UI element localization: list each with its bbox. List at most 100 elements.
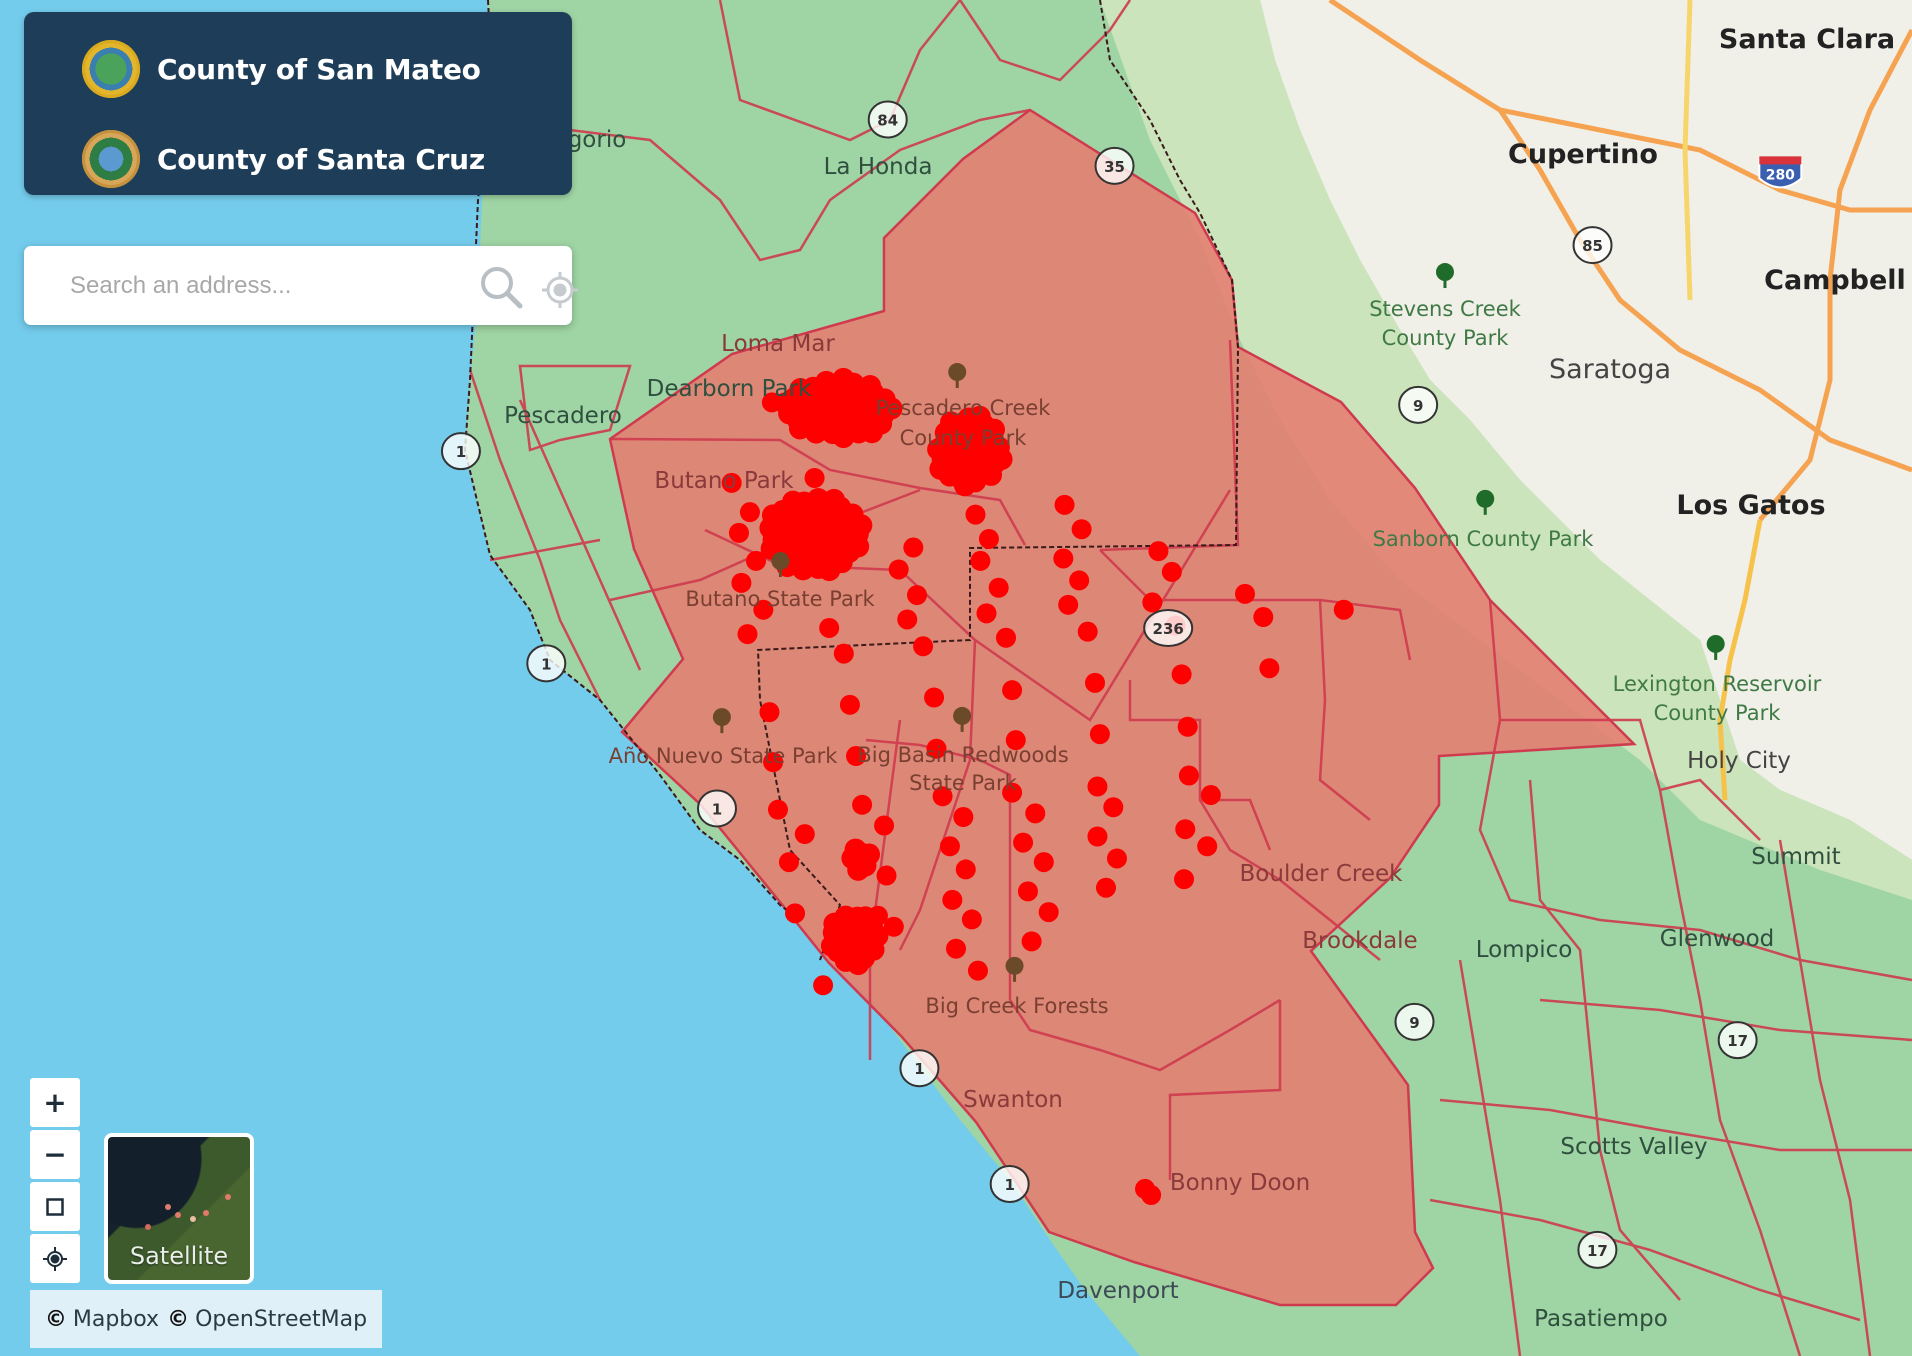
incident-dot[interactable] — [832, 367, 855, 390]
incident-dot[interactable] — [990, 448, 1013, 471]
incident-dot[interactable] — [942, 889, 963, 910]
incident-dot[interactable] — [988, 577, 1009, 598]
incident-dot[interactable] — [852, 794, 873, 815]
incident-dot[interactable] — [888, 559, 909, 580]
incident-dot[interactable] — [1197, 836, 1218, 857]
incident-dot[interactable] — [847, 858, 870, 881]
incident-dot[interactable] — [1200, 785, 1221, 806]
incident-dot[interactable] — [1106, 848, 1127, 869]
incident-dot[interactable] — [1178, 765, 1199, 786]
incident-dot[interactable] — [1053, 548, 1074, 569]
incident-dot[interactable] — [897, 609, 918, 630]
incident-dot[interactable] — [996, 627, 1017, 648]
incident-dot[interactable] — [1087, 826, 1108, 847]
incident-dot[interactable] — [955, 859, 976, 880]
incident-dot[interactable] — [1058, 594, 1079, 615]
incident-dot[interactable] — [939, 836, 960, 857]
incident-dot[interactable] — [1148, 541, 1169, 562]
incident-dot[interactable] — [1171, 664, 1192, 685]
incident-dot[interactable] — [1174, 869, 1195, 890]
incident-dot[interactable] — [847, 535, 870, 558]
incident-dot[interactable] — [913, 636, 934, 657]
map-canvas[interactable]: 280 85 9 84 35 236 1 1 1 1 1 9 17 17 Santa Clara Cupe… — [0, 0, 1912, 1356]
incident-dot[interactable] — [1103, 797, 1124, 818]
incident-dot[interactable] — [961, 909, 982, 930]
incident-dot[interactable] — [1033, 852, 1054, 873]
incident-dot[interactable] — [1054, 494, 1075, 515]
incident-dot[interactable] — [883, 916, 904, 937]
incident-dot[interactable] — [1235, 583, 1256, 604]
incident-dot[interactable] — [819, 617, 840, 638]
incident-dot[interactable] — [813, 975, 834, 996]
incident-dot[interactable] — [859, 374, 882, 397]
incident-dot[interactable] — [833, 643, 854, 664]
search-icon[interactable] — [478, 264, 524, 310]
box-select-button[interactable] — [30, 1182, 80, 1231]
incident-dot[interactable] — [818, 559, 841, 582]
incident-dot[interactable] — [1002, 680, 1023, 701]
incident-dot[interactable] — [903, 537, 924, 558]
incident-dot[interactable] — [850, 514, 873, 537]
incident-dot[interactable] — [876, 865, 897, 886]
incident-dot[interactable] — [1089, 724, 1110, 745]
county-option-san-mateo[interactable]: County of San Mateo — [82, 38, 481, 100]
incident-dot[interactable] — [1177, 716, 1198, 737]
incident-dot[interactable] — [1142, 592, 1163, 613]
incident-dot[interactable] — [844, 838, 867, 861]
incident-dot[interactable] — [737, 624, 758, 645]
osm-attribution-link[interactable]: OpenStreetMap — [195, 1307, 367, 1332]
incident-dot[interactable] — [967, 960, 988, 981]
incident-dot[interactable] — [761, 504, 784, 527]
incident-dot[interactable] — [1333, 599, 1354, 620]
incident-dot[interactable] — [1135, 1178, 1156, 1199]
incident-dot[interactable] — [820, 934, 843, 957]
incident-dot[interactable] — [788, 417, 811, 440]
incident-dot[interactable] — [860, 421, 883, 444]
geolocate-button[interactable] — [30, 1234, 80, 1283]
incident-dot[interactable] — [778, 852, 799, 873]
incident-dot[interactable] — [1077, 621, 1098, 642]
incident-dot[interactable] — [1161, 561, 1182, 582]
incident-dot[interactable] — [759, 702, 780, 723]
incident-dot[interactable] — [1069, 570, 1090, 591]
incident-dot[interactable] — [1259, 658, 1280, 679]
incident-dot[interactable] — [839, 694, 860, 715]
incident-dot[interactable] — [794, 824, 815, 845]
incident-dot[interactable] — [965, 504, 986, 525]
zoom-out-button[interactable]: − — [30, 1130, 80, 1179]
locate-me-icon[interactable] — [540, 270, 580, 310]
incident-dot[interactable] — [804, 468, 825, 489]
incident-dot[interactable] — [822, 488, 845, 511]
address-search-input[interactable] — [68, 264, 432, 308]
zoom-in-button[interactable]: + — [30, 1078, 80, 1127]
satellite-basemap-toggle[interactable]: Satellite — [104, 1133, 254, 1284]
incident-dot[interactable] — [929, 457, 952, 480]
incident-dot[interactable] — [978, 528, 999, 549]
incident-dot[interactable] — [1253, 607, 1274, 628]
incident-dot[interactable] — [1013, 832, 1034, 853]
incident-dot[interactable] — [1087, 776, 1108, 797]
incident-dot[interactable] — [1021, 931, 1042, 952]
county-option-santa-cruz[interactable]: County of Santa Cruz — [82, 128, 485, 190]
incident-dot[interactable] — [767, 799, 788, 820]
incident-dot[interactable] — [946, 938, 967, 959]
incident-dot[interactable] — [953, 474, 976, 497]
incident-dot[interactable] — [976, 603, 997, 624]
incident-dot[interactable] — [823, 912, 846, 935]
incident-dot[interactable] — [728, 522, 749, 543]
incident-dot[interactable] — [1017, 881, 1038, 902]
incident-dot[interactable] — [906, 585, 927, 606]
incident-dot[interactable] — [1175, 819, 1196, 840]
incident-dot[interactable] — [1025, 803, 1046, 824]
incident-dot[interactable] — [1085, 672, 1106, 693]
incident-dot[interactable] — [847, 953, 870, 976]
incident-dot[interactable] — [970, 550, 991, 571]
incident-dot[interactable] — [874, 815, 895, 836]
incident-dot[interactable] — [1038, 902, 1059, 923]
incident-dot[interactable] — [832, 426, 855, 449]
incident-dot[interactable] — [924, 687, 945, 708]
incident-dot[interactable] — [746, 550, 767, 571]
incident-dot[interactable] — [953, 806, 974, 827]
incident-dot[interactable] — [739, 502, 760, 523]
mapbox-attribution-link[interactable]: Mapbox — [73, 1307, 159, 1332]
